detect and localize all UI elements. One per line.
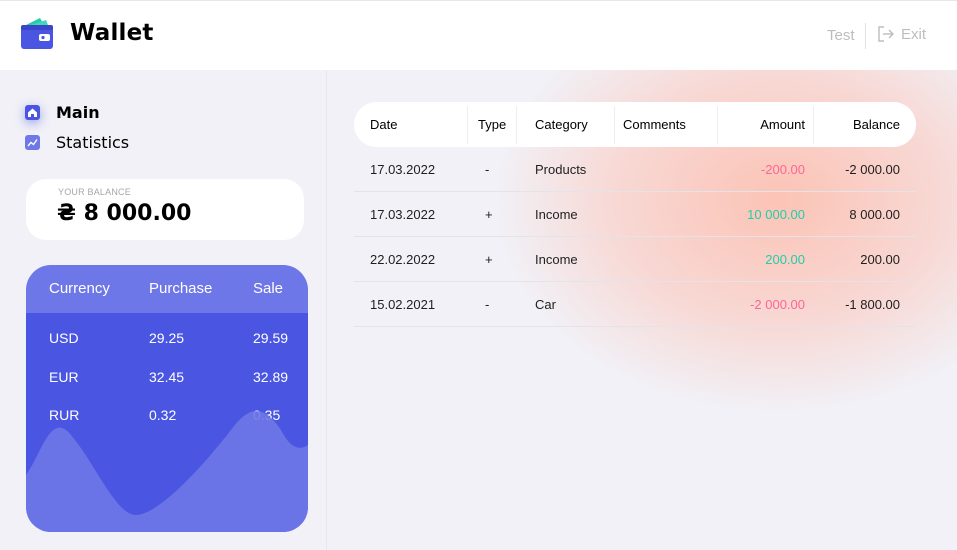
th-date: Date xyxy=(370,117,398,132)
app-title: Wallet xyxy=(70,20,154,46)
cell-category: Income xyxy=(535,252,578,267)
cell-balance: -1 800.00 xyxy=(845,297,900,312)
balance-card: Your balance ₴ 8 000.00 xyxy=(26,179,304,240)
cell-category: Income xyxy=(535,207,578,222)
th-comments: Comments xyxy=(623,117,686,132)
sidebar: Main Statistics Your balance ₴ 8 000.00 … xyxy=(0,70,327,550)
th-type: Type xyxy=(478,117,507,132)
transactions-table-header: Date Type Category Comments Amount Balan… xyxy=(354,102,916,147)
exit-button[interactable]: Exit xyxy=(877,25,926,43)
currency-header-sale: Sale xyxy=(253,280,284,297)
currency-header-purchase: Purchase xyxy=(149,280,213,297)
balance-amount: 8 000.00 xyxy=(83,201,192,226)
nav-item-main[interactable]: Main xyxy=(25,103,100,122)
currency-table: Currency Purchase Sale USD 29.25 29.59 E… xyxy=(26,265,308,532)
cell-balance: 200.00 xyxy=(860,252,900,267)
table-row[interactable]: 22.02.2022 + Income 200.00 200.00 xyxy=(354,237,916,282)
currency-purchase: 32.45 xyxy=(149,369,185,385)
currency-purchase: 29.25 xyxy=(149,330,185,346)
column-divider xyxy=(467,106,468,144)
cell-balance: 8 000.00 xyxy=(849,207,900,222)
th-category: Category xyxy=(535,117,588,132)
currency-sale: 32.89 xyxy=(253,369,289,385)
currency-code: USD xyxy=(49,330,79,346)
th-amount: Amount xyxy=(760,117,805,132)
column-divider xyxy=(813,106,814,144)
column-divider xyxy=(717,106,718,144)
cell-balance: -2 000.00 xyxy=(845,162,900,177)
column-divider xyxy=(516,106,517,144)
nav-label-main: Main xyxy=(56,103,100,122)
balance-label: Your balance xyxy=(58,187,131,197)
app-header: Wallet Test Exit xyxy=(0,0,957,70)
cell-date: 17.03.2022 xyxy=(370,207,436,222)
stats-icon xyxy=(25,135,40,150)
column-divider xyxy=(614,106,615,144)
currency-sale: 29.59 xyxy=(253,330,289,346)
table-row[interactable]: 15.02.2021 - Car -2 000.00 -1 800.00 xyxy=(354,282,916,327)
balance-value: ₴ 8 000.00 xyxy=(57,201,191,226)
exit-label: Exit xyxy=(901,25,927,43)
decorative-wave xyxy=(26,411,308,532)
header-divider xyxy=(865,23,866,49)
table-row[interactable]: 17.03.2022 + Income 10 000.00 8 000.00 xyxy=(354,192,916,237)
exit-icon xyxy=(878,26,894,42)
th-balance: Balance xyxy=(853,117,900,132)
cell-category: Car xyxy=(535,297,556,312)
currency-header-currency: Currency xyxy=(49,280,110,297)
cell-type: + xyxy=(485,207,493,222)
cell-date: 15.02.2021 xyxy=(370,297,436,312)
cell-amount: -2 000.00 xyxy=(750,297,805,312)
nav-item-statistics[interactable]: Statistics xyxy=(25,133,129,152)
main-content: Date Type Category Comments Amount Balan… xyxy=(328,70,957,550)
user-name: Test xyxy=(827,27,855,44)
cell-date: 17.03.2022 xyxy=(370,162,436,177)
cell-amount: 200.00 xyxy=(765,252,805,267)
cell-type: - xyxy=(485,162,490,177)
wallet-logo-icon xyxy=(21,18,53,49)
cell-amount: -200.00 xyxy=(760,162,805,177)
cell-category: Products xyxy=(535,162,587,177)
nav-label-statistics: Statistics xyxy=(56,133,130,152)
cell-amount: 10 000.00 xyxy=(747,207,805,222)
cell-type: + xyxy=(485,252,493,267)
currency-symbol: ₴ xyxy=(57,201,76,226)
cell-type: - xyxy=(485,297,490,312)
currency-code: EUR xyxy=(49,369,79,385)
table-row[interactable]: 17.03.2022 - Products -200.00 -2 000.00 xyxy=(354,147,916,192)
cell-date: 22.02.2022 xyxy=(370,252,436,267)
home-icon xyxy=(25,105,40,120)
